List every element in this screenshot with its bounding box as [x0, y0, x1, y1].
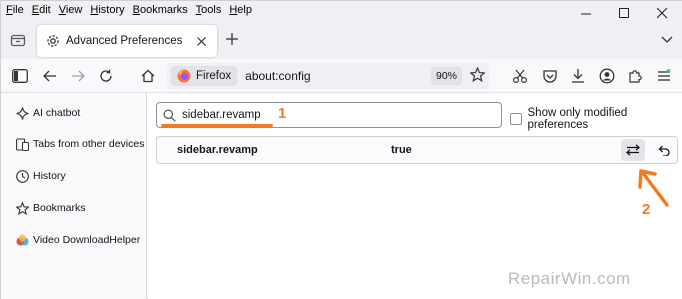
sidebar-item-label: Video DownloadHelper: [33, 234, 141, 246]
url-input[interactable]: about:config: [245, 69, 431, 83]
new-tab-button[interactable]: [225, 31, 239, 49]
clock-icon: [15, 169, 29, 183]
pref-name: sidebar.revamp: [177, 144, 258, 156]
pocket-button[interactable]: [541, 67, 559, 85]
navigation-toolbar: Firefox about:config 90%: [1, 59, 682, 93]
download-icon: [572, 69, 584, 83]
downloads-button[interactable]: [569, 67, 587, 85]
annotation-underline: [161, 124, 273, 127]
tab-close-button[interactable]: [193, 33, 209, 49]
close-icon: [196, 36, 206, 46]
extension-logo-icon: [15, 233, 29, 247]
show-modified-checkbox[interactable]: [510, 113, 522, 125]
menu-history[interactable]: History: [90, 4, 124, 16]
about-config-page: sidebar.revamp 1 Show only modified pref…: [148, 93, 682, 299]
tab-advanced-preferences[interactable]: Advanced Preferences: [37, 25, 217, 57]
arrow-right-icon: [72, 70, 85, 82]
sidebar-toggle-button[interactable]: [11, 67, 29, 85]
synced-tabs-icon: [15, 137, 29, 151]
sidebar: AI chatbot Tabs from other devices Histo…: [1, 93, 147, 299]
sidebar-item-history[interactable]: History: [15, 167, 66, 185]
sidebar-item-ai-chatbot[interactable]: AI chatbot: [15, 104, 80, 122]
firefox-view-icon: [10, 34, 26, 47]
close-icon: [656, 7, 667, 18]
tab-strip: Advanced Preferences: [1, 19, 682, 59]
menu-file[interactable]: File: [6, 4, 24, 16]
plus-icon: [226, 33, 238, 45]
identity-label: Firefox: [196, 70, 232, 82]
scissors-icon: [512, 69, 528, 84]
firefox-logo-icon: [177, 69, 191, 83]
account-button[interactable]: [598, 67, 616, 85]
show-modified-label: Show only modified preferences: [527, 107, 628, 131]
menu-view[interactable]: View: [59, 4, 83, 16]
star-icon: [469, 66, 486, 83]
annotation-arrow: [638, 169, 669, 207]
sidebar-item-bookmarks[interactable]: Bookmarks: [15, 199, 86, 217]
sidebar-icon: [12, 69, 28, 83]
sidebar-item-label: Bookmarks: [33, 202, 86, 214]
reload-icon: [100, 69, 112, 82]
hamburger-menu-icon: [658, 69, 671, 81]
zoom-reset-button[interactable]: 90%: [430, 67, 462, 85]
pref-row: sidebar.revamp true: [156, 136, 678, 164]
chevron-down-icon: [661, 36, 673, 43]
toggle-button[interactable]: [621, 139, 645, 161]
search-value: sidebar.revamp: [182, 109, 261, 121]
back-button[interactable]: [41, 67, 59, 85]
menu-tools[interactable]: Tools: [196, 4, 222, 16]
account-icon: [599, 68, 615, 84]
search-icon: [163, 108, 176, 122]
menu-bookmarks[interactable]: Bookmarks: [133, 4, 188, 16]
sparkle-icon: [15, 106, 29, 120]
bookmark-star-button[interactable]: [469, 66, 486, 85]
minimize-icon: [580, 13, 591, 14]
home-icon: [141, 69, 155, 83]
menu-edit[interactable]: Edit: [32, 4, 51, 16]
identity-box[interactable]: Firefox: [171, 66, 238, 86]
menu-help[interactable]: Help: [229, 4, 252, 16]
gear-icon: [47, 35, 59, 47]
annotation-step-1: 1: [278, 105, 287, 122]
sidebar-item-label: AI chatbot: [33, 107, 81, 119]
browser-window: File Edit View History Bookmarks Tools H…: [0, 0, 682, 299]
undo-icon: [658, 145, 670, 156]
star-icon: [15, 201, 29, 215]
puzzle-piece-icon: [629, 70, 642, 83]
app-menu-button[interactable]: [655, 67, 673, 85]
sidebar-item-label: Tabs from other devices: [33, 138, 145, 150]
home-button[interactable]: [139, 67, 157, 85]
sidebar-item-video-downloadhelper[interactable]: Video DownloadHelper: [15, 231, 140, 249]
list-all-tabs-button[interactable]: [661, 35, 673, 47]
pref-value: true: [391, 144, 412, 156]
watermark: RepairWin.com: [508, 269, 631, 288]
reset-button[interactable]: [651, 139, 675, 161]
maximize-icon: [618, 7, 629, 18]
forward-button[interactable]: [69, 67, 87, 85]
firefox-view-button[interactable]: [9, 31, 27, 49]
toggle-arrows-icon: [626, 144, 640, 156]
pocket-icon: [543, 70, 557, 83]
sidebar-item-label: History: [33, 170, 66, 182]
show-modified-checkbox-row[interactable]: Show only modified preferences: [510, 107, 682, 131]
tab-title: Advanced Preferences: [66, 35, 183, 47]
annotation-step-2: 2: [642, 201, 651, 218]
reload-button[interactable]: [97, 67, 115, 85]
extensions-button[interactable]: [626, 67, 644, 85]
screenshot-button[interactable]: [511, 67, 529, 85]
url-bar[interactable]: Firefox about:config 90%: [167, 63, 489, 89]
sidebar-item-synced-tabs[interactable]: Tabs from other devices: [15, 135, 144, 153]
arrow-left-icon: [43, 70, 56, 82]
